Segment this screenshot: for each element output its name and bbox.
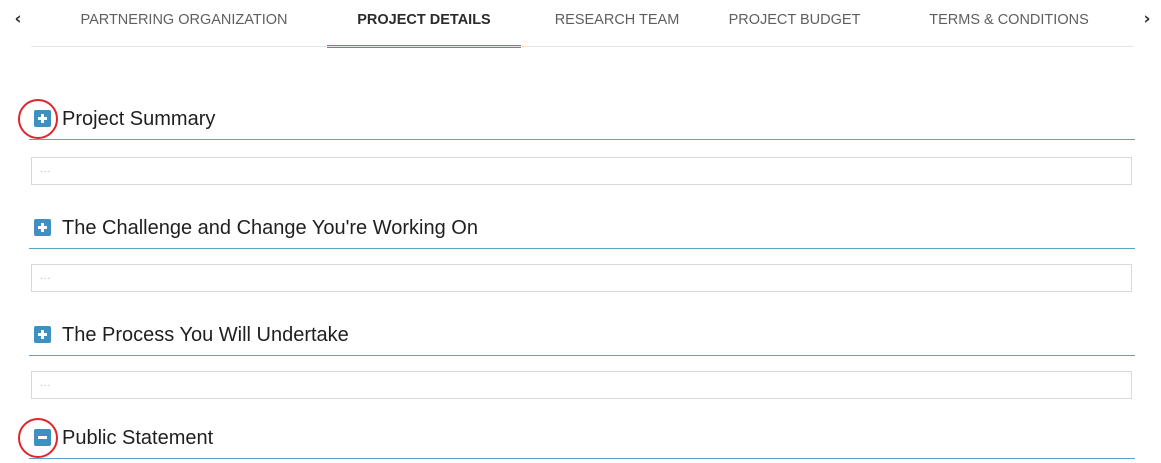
tab-project-details[interactable]: PROJECT DETAILS [327,0,521,48]
project-summary-field[interactable]: ... [31,157,1132,185]
section-process: The Process You Will Undertake ... [29,315,1135,399]
section-public-statement: Public Statement [29,418,1135,459]
tab-terms-and-conditions[interactable]: TERMS & CONDITIONS [900,0,1118,46]
expand-plus-icon[interactable] [34,110,51,127]
process-field[interactable]: ... [31,371,1132,399]
expand-plus-icon[interactable] [34,219,51,236]
chevron-left-icon[interactable]: ‹ [8,9,28,29]
expand-plus-icon[interactable] [34,326,51,343]
tab-partnering-organization[interactable]: PARTNERING ORGANIZATION [62,0,306,46]
tab-project-budget[interactable]: PROJECT BUDGET [717,0,872,46]
chevron-right-icon[interactable]: › [1137,9,1157,29]
section-header[interactable]: The Process You Will Undertake [29,315,1135,356]
section-title: Public Statement [62,427,214,449]
collapse-minus-icon[interactable] [34,429,51,446]
field-placeholder: ... [40,164,52,175]
section-header[interactable]: Project Summary [29,99,1135,140]
section-header[interactable]: The Challenge and Change You're Working … [29,208,1135,249]
section-header[interactable]: Public Statement [29,418,1135,459]
tab-research-team[interactable]: RESEARCH TEAM [542,0,692,46]
section-challenge-and-change: The Challenge and Change You're Working … [29,208,1135,292]
field-placeholder: ... [40,378,52,389]
field-placeholder: ... [40,271,52,282]
section-title: The Challenge and Change You're Working … [62,217,478,239]
tab-divider [31,46,1134,47]
challenge-field[interactable]: ... [31,264,1132,292]
section-title: Project Summary [62,108,216,130]
section-project-summary: Project Summary ... [29,99,1135,185]
section-title: The Process You Will Undertake [62,324,349,346]
tab-bar: ‹ PARTNERING ORGANIZATION PROJECT DETAIL… [0,0,1161,48]
